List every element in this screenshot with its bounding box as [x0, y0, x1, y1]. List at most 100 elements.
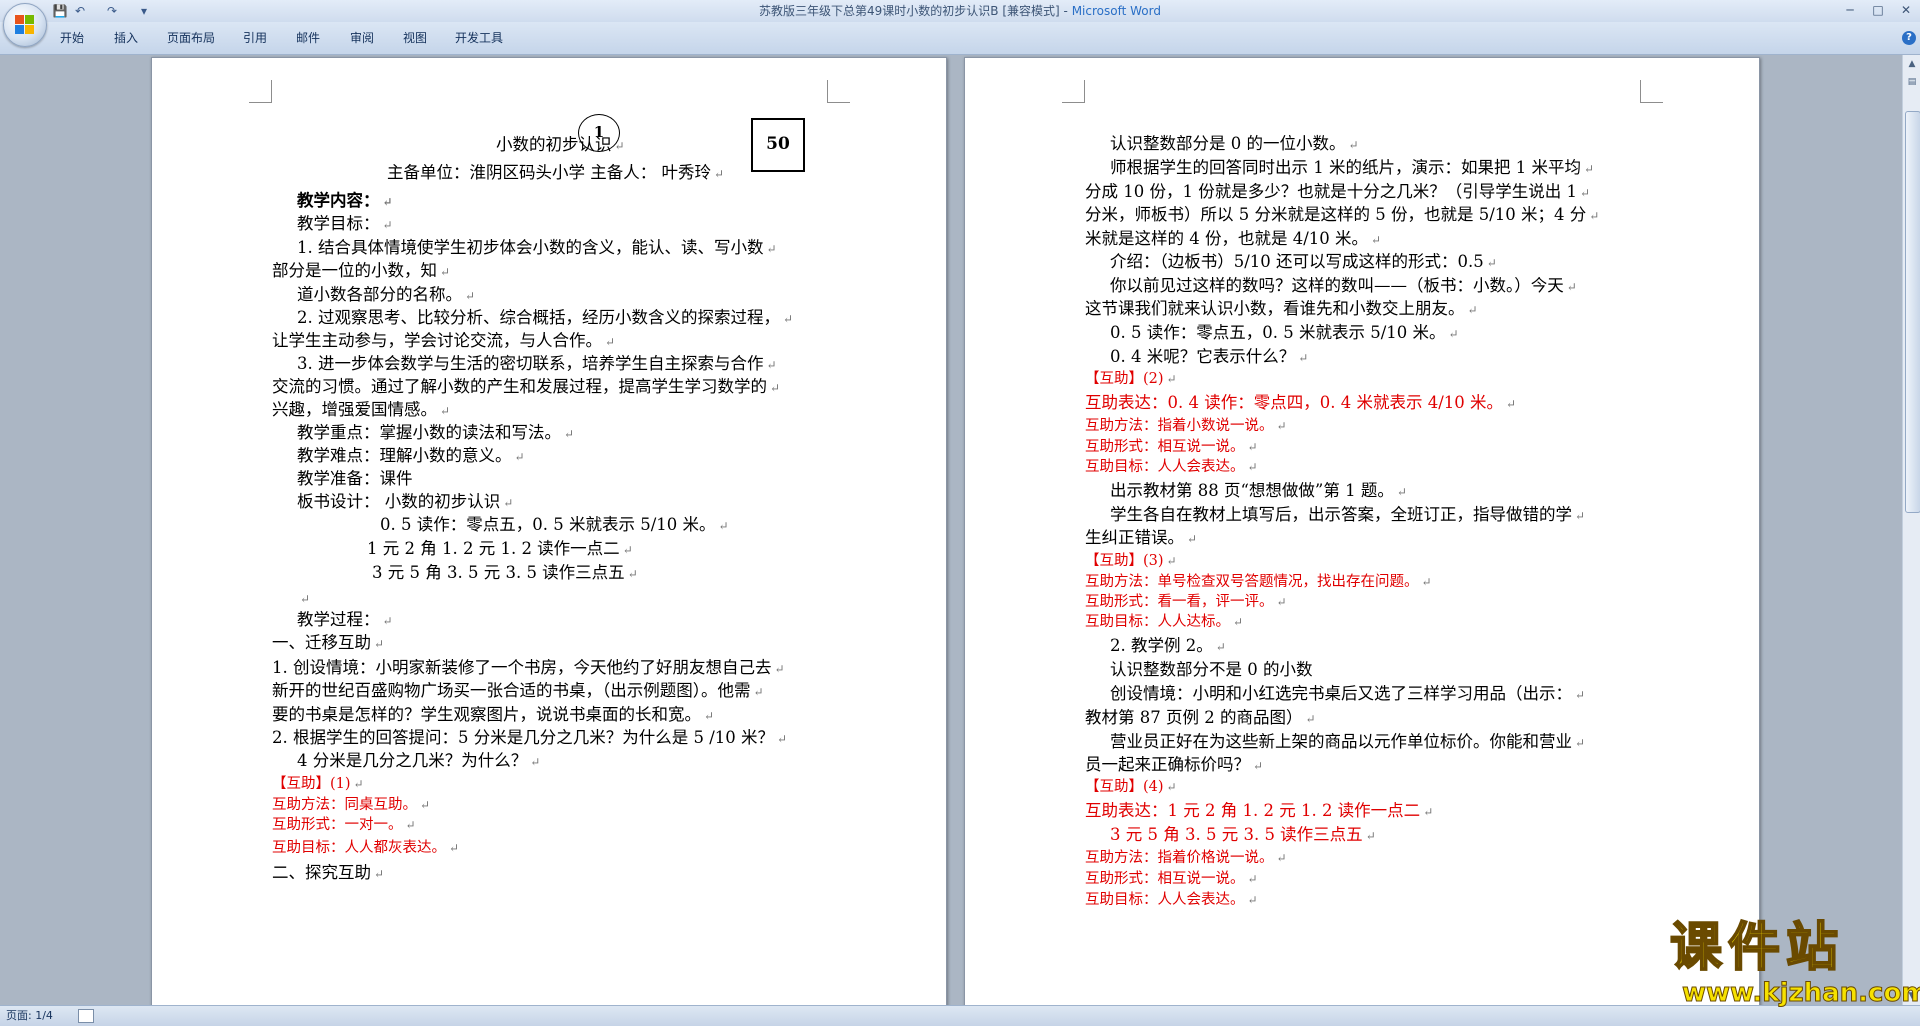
- line-text: 互助方法：同桌互助。: [272, 797, 417, 813]
- paragraph-mark: ↵: [1575, 736, 1586, 750]
- text-line: 教学准备：课件: [297, 469, 413, 489]
- redo-icon[interactable]: ↷: [104, 3, 120, 19]
- line-text: 板书设计： 小数的初步认识: [297, 492, 501, 511]
- lesson-number-box: 50: [751, 118, 805, 172]
- tab-view[interactable]: 视图: [403, 22, 427, 54]
- tab-mailings[interactable]: 邮件: [296, 22, 320, 54]
- peer-help-heading: 【互助】(2) ↵: [1085, 370, 1177, 388]
- line-text: 生纠正错误。: [1085, 528, 1184, 547]
- close-button[interactable]: ✕: [1892, 0, 1920, 20]
- paragraph-mark: ↵: [1467, 303, 1478, 317]
- text-line: 互助表达：0. 4 读作：零点四，0. 4 米就表示 4/10 米。 ↵: [1085, 393, 1516, 414]
- paragraph-mark: ↵: [374, 637, 385, 651]
- text-line: 互助目标：人人达标。 ↵: [1085, 613, 1243, 631]
- help-icon[interactable]: ?: [1902, 31, 1916, 45]
- line-text: 交流的习惯。通过了解小数的产生和发展过程，提高学生学习数学的: [272, 377, 767, 396]
- text-line: 要的书桌是怎样的？学生观察图片，说说书桌面的长和宽。 ↵: [272, 705, 714, 726]
- text-line: 教学目标： ↵: [297, 214, 393, 235]
- peer-help-heading: 【互助】(1) ↵: [272, 775, 364, 793]
- text-line: 道小数各部分的名称。 ↵: [297, 285, 475, 306]
- page-indicator[interactable]: 页面: 1/4: [6, 1006, 53, 1026]
- customize-qat-icon[interactable]: ▾: [136, 3, 152, 19]
- paragraph-mark: ↵: [1486, 256, 1497, 270]
- scroll-up-icon[interactable]: ▲: [1905, 57, 1919, 71]
- line-text: 【互助】(1): [272, 776, 351, 792]
- paragraph-mark: ↵: [1247, 872, 1258, 886]
- text-line: 3. 进一步体会数学与生活的密切联系，培养学生自主探索与合作 ↵: [297, 354, 777, 375]
- paragraph-mark: ↵: [1579, 186, 1591, 200]
- line-text: 互助目标：人人都灰表达。: [272, 840, 446, 856]
- paragraph-mark: ↵: [1583, 162, 1595, 176]
- paragraph-mark: ↵: [1276, 851, 1287, 865]
- proofing-icon[interactable]: [78, 1009, 94, 1023]
- line-text: 2. 教学例 2。: [1110, 636, 1213, 655]
- text-line: 部分是一位的小数，知 ↵: [272, 261, 450, 282]
- minimize-button[interactable]: ─: [1836, 0, 1864, 20]
- tab-page-layout[interactable]: 页面布局: [167, 22, 215, 54]
- line-text: 二、探究互助: [272, 863, 371, 882]
- undo-icon[interactable]: ↶: [72, 3, 88, 19]
- document-title: 小数的初步认识 ↵: [496, 135, 625, 154]
- line-text: 互助表达：0. 4 读作：零点四，0. 4 米就表示 4/10 米。: [1085, 393, 1504, 412]
- paragraph-mark: ↵: [1247, 460, 1258, 474]
- tab-review[interactable]: 审阅: [350, 22, 374, 54]
- scroll-thumb[interactable]: [1905, 111, 1920, 513]
- document-page-2[interactable]: 认识整数部分是 0 的一位小数。 ↵ 师根据学生的回答同时出示 1 米的纸片，演示：…: [964, 57, 1760, 1005]
- text-line: 教学重点：掌握小数的读法和写法。 ↵: [297, 423, 574, 444]
- text-line: 0. 5 读作：零点五，0. 5 米就表示 5/10 米。 ↵: [1110, 323, 1459, 344]
- office-logo-icon: [15, 15, 35, 35]
- vertical-scrollbar[interactable]: ▲ ▤ ▼: [1902, 55, 1920, 1005]
- paragraph-mark: ↵: [753, 685, 764, 699]
- watermark-url: www.kjzhan.com: [1681, 978, 1920, 1009]
- document-area[interactable]: 1 50 小数的初步认识 ↵ 主备单位：淮阴区码头小学 主备人： 叶秀玲 ↵ 教学内…: [0, 55, 1902, 1005]
- paragraph-mark: ↵: [374, 867, 385, 881]
- line-text: 教学难点：理解小数的意义。: [297, 446, 512, 465]
- tab-references[interactable]: 引用: [243, 22, 267, 54]
- text-line: 认识整数部分不是 0 的小数: [1110, 660, 1313, 680]
- paragraph-mark: ↵: [382, 614, 393, 628]
- tab-insert[interactable]: 插入: [114, 22, 138, 54]
- paragraph-mark: ↵: [777, 732, 788, 746]
- line-text: 0. 4 米呢？它表示什么？: [1110, 347, 1296, 366]
- tab-developer[interactable]: 开发工具: [455, 22, 503, 54]
- paragraph-mark: ↵: [1247, 893, 1258, 907]
- line-text: 营业员正好在为这些新上架的商品以元作单位标价。你能和营业: [1110, 732, 1572, 751]
- text-line: 互助方法：指着小数说一说。 ↵: [1085, 417, 1287, 435]
- text-line: 新开的世纪百盛购物广场买一张合适的书桌，（出示例题图）。他需 ↵: [272, 681, 764, 702]
- peer-help-heading: 【互助】(3) ↵: [1085, 552, 1177, 570]
- maximize-button[interactable]: □: [1864, 0, 1892, 20]
- title-bar: 苏教版三年级下总第49课时小数的初步认识B [兼容模式] - Microsoft…: [0, 0, 1920, 23]
- office-button[interactable]: [3, 3, 47, 47]
- line-text: 分成 10 份，1 份就是多少？也就是十分之几米？（引导学生说出 1: [1085, 182, 1577, 201]
- save-icon[interactable]: 💾: [52, 3, 68, 19]
- document-page-1[interactable]: 1 50 小数的初步认识 ↵ 主备单位：淮阴区码头小学 主备人： 叶秀玲 ↵ 教学内…: [151, 57, 947, 1005]
- line-text: 教学目标：: [297, 214, 380, 233]
- line-text: 部分是一位的小数，知: [272, 261, 437, 280]
- tab-home[interactable]: 开始: [60, 22, 84, 54]
- paragraph-mark: ↵: [1348, 138, 1359, 152]
- text-line: 互助目标：人人都灰表达。 ↵: [272, 839, 459, 857]
- text-line: 1. 创设情境：小明家新装修了一个书房，今天他约了好朋友想自己去 ↵: [272, 658, 785, 679]
- text-line: 板书设计： 小数的初步认识 ↵: [297, 492, 513, 513]
- text-line: 互助形式：一对一。 ↵: [272, 816, 416, 834]
- paragraph-mark: ↵: [440, 404, 451, 418]
- text-line: 交流的习惯。通过了解小数的产生和发展过程，提高学生学习数学的 ↵: [272, 377, 780, 398]
- line-text: 你以前见过这样的数吗？这样的数叫——（板书：小数。）今天: [1110, 276, 1564, 295]
- title-separator: -: [1059, 4, 1072, 18]
- paragraph-mark: ↵: [1365, 829, 1376, 843]
- section-heading: 一、迁移互助 ↵: [272, 633, 384, 654]
- text-line: 兴趣，增强爱国情感。 ↵: [272, 400, 450, 421]
- margin-corner-mark: [1062, 80, 1085, 103]
- line-text: 教学重点：掌握小数的读法和写法。: [297, 423, 561, 442]
- paragraph-mark: ↵: [1421, 575, 1432, 589]
- text-line: 介绍：（边板书）5/10 还可以写成这样的形式：0.5 ↵: [1110, 252, 1497, 273]
- paragraph-mark: ↵: [1253, 759, 1264, 773]
- line-text: 兴趣，增强爱国情感。: [272, 400, 437, 419]
- text-line: 2. 教学例 2。 ↵: [1110, 636, 1226, 657]
- line-text: 学生各自在教材上填写后，出示答案，全班订正，指导做错的学: [1110, 505, 1572, 524]
- ruler-toggle-icon[interactable]: ▤: [1905, 75, 1919, 89]
- text-line: 2. 根据学生的回答提问：5 分米是几分之几米？为什么是 5 /10 米？ ↵: [272, 728, 787, 749]
- line-text: 3 元 5 角 3. 5 元 3. 5 读作三点五: [372, 563, 625, 582]
- text-line: 学生各自在教材上填写后，出示答案，全班订正，指导做错的学 ↵: [1110, 505, 1585, 526]
- paragraph-mark: ↵: [766, 358, 777, 372]
